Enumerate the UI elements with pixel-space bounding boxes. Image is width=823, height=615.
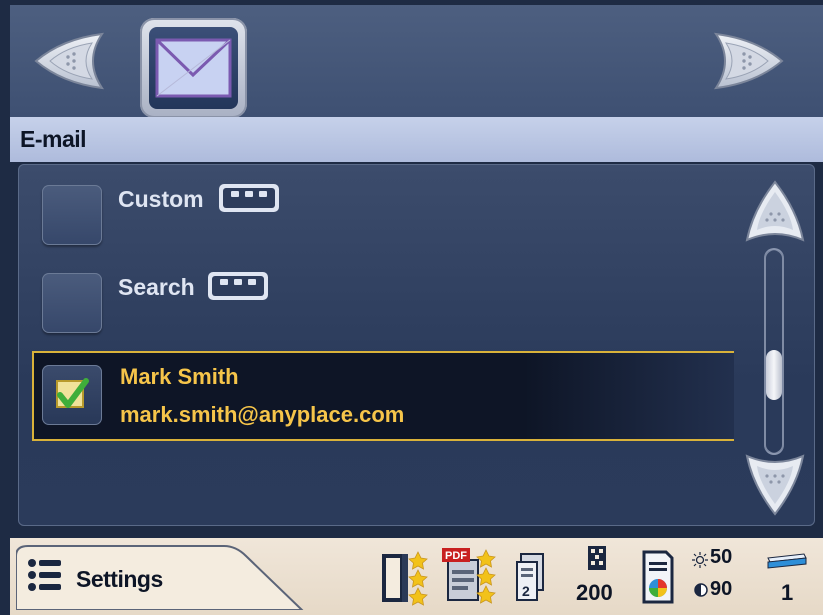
svg-text:2: 2 <box>522 583 530 599</box>
forward-arrow-icon[interactable] <box>710 31 786 91</box>
brightness-value: 50 <box>710 546 733 568</box>
custom-checkbox[interactable] <box>42 185 102 245</box>
search-more-button[interactable] <box>208 272 268 300</box>
status-bar: Settings PDF 2 200 50 90 1 <box>10 538 823 615</box>
brightness-icon <box>692 552 708 568</box>
more-dots-icon <box>220 279 228 285</box>
paper-tray-icon[interactable] <box>766 552 808 570</box>
pdf-output-icon[interactable]: PDF <box>442 546 498 608</box>
color-document-icon[interactable] <box>640 548 676 606</box>
contact-checkbox[interactable] <box>42 365 102 425</box>
custom-more-button[interactable] <box>219 184 279 212</box>
checkmark-icon <box>57 378 89 408</box>
envelope-icon <box>155 38 232 98</box>
contact-name: Mark Smith <box>120 364 239 389</box>
contrast-icon <box>694 583 708 597</box>
list-item-label: Custom <box>118 186 204 212</box>
email-destination-button[interactable] <box>140 18 247 118</box>
scroll-down-button[interactable] <box>745 454 805 516</box>
back-arrow-icon[interactable] <box>32 31 108 91</box>
resolution-value: 200 <box>576 580 613 605</box>
document-feeder-icon[interactable] <box>380 548 432 606</box>
list-icon <box>28 559 61 591</box>
svg-text:PDF: PDF <box>445 550 467 562</box>
title-bar: E-mail <box>10 117 823 162</box>
top-navigation-bar <box>10 5 823 118</box>
address-list: Custom Search Mark Smith mark.smith@anyp… <box>18 164 815 526</box>
more-dots-icon <box>231 191 239 197</box>
scroll-up-button[interactable] <box>745 180 805 242</box>
scroll-thumb[interactable] <box>766 350 782 400</box>
selected-contact-row[interactable]: Mark Smith mark.smith@anyplace.com <box>32 351 734 441</box>
contact-email: mark.smith@anyplace.com <box>120 402 405 427</box>
list-item-label: Search <box>118 274 195 300</box>
settings-label: Settings <box>76 566 163 592</box>
search-checkbox[interactable] <box>42 273 102 333</box>
app-window: E-mail Custom Search Mark Smith mark.smi… <box>0 0 823 615</box>
resolution-icon[interactable] <box>584 544 610 572</box>
contrast-value: 90 <box>710 578 733 600</box>
copies-value: 1 <box>781 580 794 605</box>
page-title: E-mail <box>20 126 87 152</box>
two-sided-icon[interactable]: 2 <box>513 550 549 604</box>
